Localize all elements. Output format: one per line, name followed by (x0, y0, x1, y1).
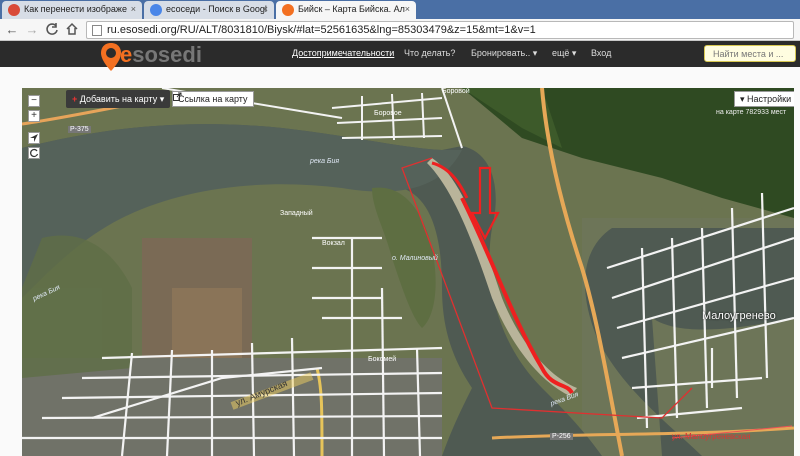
river-label: река Бия (310, 158, 340, 165)
reload-button[interactable] (44, 22, 60, 38)
close-tab-icon[interactable]: × (405, 4, 410, 14)
nav-what-to-do[interactable]: Что делать? (404, 48, 455, 58)
browser-tab-1[interactable]: Как перенести изображе × (2, 1, 142, 19)
plus-icon: + (72, 94, 78, 104)
street-label: ул. Малоугреневская (672, 432, 751, 441)
location-arrow-icon (30, 134, 38, 142)
nav-booking[interactable]: Бронировать.. ▾ (471, 48, 537, 59)
share-link-icon (173, 92, 182, 101)
places-count: на карте 782933 мест (716, 109, 787, 116)
logo-text: esosedi (120, 42, 202, 67)
close-tab-icon[interactable]: × (131, 4, 136, 14)
satellite-map (22, 88, 794, 456)
refresh-icon (30, 148, 39, 158)
place-label: Бокомей (368, 356, 397, 363)
locate-button[interactable] (28, 132, 40, 144)
zoom-in-button[interactable]: + (28, 110, 40, 122)
tab-label: Как перенести изображе (24, 4, 127, 14)
browser-tab-2[interactable]: есоседи - Поиск в Googl × (144, 1, 274, 19)
logo-pin-icon (101, 43, 121, 71)
browser-toolbar: ← → ru.esosedi.org/RU/ALT/8031810/Biysk/… (0, 19, 800, 41)
back-button[interactable]: ← (4, 22, 20, 38)
page-icon (92, 25, 102, 36)
chrome-icon (8, 4, 20, 16)
place-label: Вокзал (322, 240, 345, 247)
refresh-map-button[interactable] (28, 147, 40, 159)
url-text: ru.esosedi.org/RU/ALT/8031810/Biysk/#lat… (107, 24, 536, 36)
road-sign: Р-375 (68, 126, 91, 133)
district-label: Малоугренево (702, 310, 776, 322)
map-view[interactable]: − + + Добавить на карту ▾ Ссылка на карт… (22, 88, 794, 456)
home-button[interactable] (64, 22, 80, 38)
add-to-map-button[interactable]: + Добавить на карту ▾ (66, 90, 171, 108)
village-label: Боровой (442, 88, 470, 95)
home-icon (66, 22, 78, 35)
site-logo[interactable]: esosedi (100, 42, 220, 76)
village-label: Боровое (374, 110, 402, 117)
zoom-out-button[interactable]: − (28, 95, 40, 107)
nav-sights[interactable]: Достопримечательности (292, 48, 394, 58)
nav-login[interactable]: Вход (591, 48, 611, 58)
tab-label: Бийск – Карта Бийска. Ал (298, 4, 405, 14)
forward-button[interactable]: → (24, 22, 40, 38)
search-input[interactable]: Найти места и ... (704, 45, 796, 62)
settings-button[interactable]: ▾ Настройки (734, 91, 794, 107)
url-input[interactable]: ru.esosedi.org/RU/ALT/8031810/Biysk/#lat… (86, 21, 794, 39)
road-sign: Р-256 (550, 433, 573, 440)
esosedi-icon (282, 4, 294, 16)
island-label: о. Малиновый (392, 255, 438, 262)
close-tab-icon[interactable]: × (263, 4, 268, 14)
map-link-button[interactable]: Ссылка на карту (172, 91, 254, 107)
google-icon (150, 4, 162, 16)
nav-more[interactable]: ещё ▾ (552, 48, 576, 59)
place-label: Западный (280, 210, 313, 217)
browser-tab-strip: Как перенести изображе × есоседи - Поиск… (0, 0, 800, 19)
tab-label: есоседи - Поиск в Googl (166, 4, 267, 14)
reload-icon (46, 23, 58, 35)
browser-tab-3-active[interactable]: Бийск – Карта Бийска. Ал × (276, 1, 416, 19)
